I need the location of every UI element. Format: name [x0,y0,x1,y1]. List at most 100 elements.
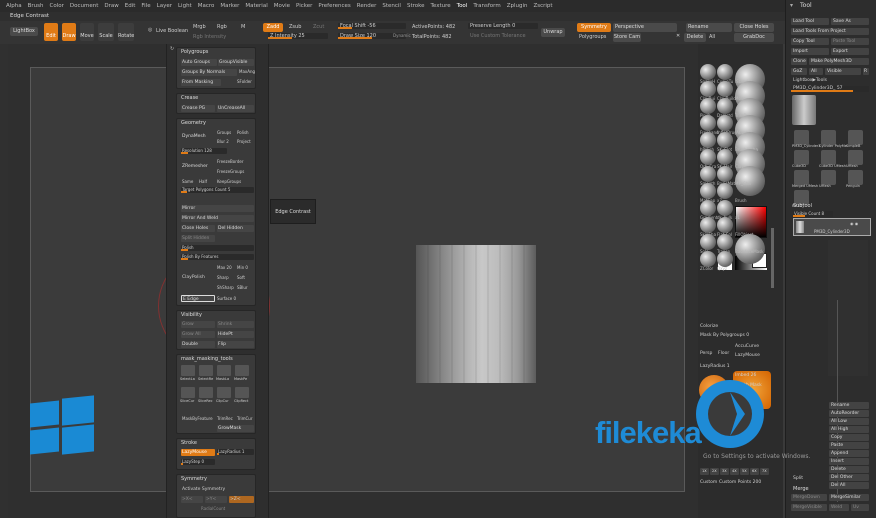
clay-polish-button[interactable]: ClayPolish [182,275,205,280]
brush-icon[interactable] [700,132,716,148]
rotate-button[interactable]: Rotate [118,23,134,41]
tool-thumbnail[interactable] [794,150,809,165]
freeze-groups-toggle[interactable]: FreezeGroups [217,169,244,174]
rgb-button[interactable]: Rgb [217,24,227,30]
brush-icon[interactable] [717,81,733,97]
load-tool-button[interactable]: Load Tool [791,18,829,25]
zadd-button[interactable]: Zadd [263,23,283,32]
lazyradius-label[interactable]: LazyRadius 1 [700,364,730,369]
auto-groups-button[interactable]: Auto Groups [181,59,217,66]
subtool-action-button[interactable]: All Low [829,418,869,425]
zremesher-button[interactable]: ZRemesher [181,163,213,171]
mask-tool-icon[interactable] [199,365,213,376]
menu-item-render[interactable]: Render [357,3,377,9]
scale-button[interactable]: Scale [98,23,114,41]
lightbox-tools-link[interactable]: Lightbox▶Tools [793,78,827,83]
save-as-button[interactable]: Save As [831,18,869,25]
mask-tool-icon[interactable] [199,387,213,398]
merge-visible-button[interactable]: MergeVisible [791,504,827,511]
subtool-action-button[interactable]: AutoReorder [829,410,869,417]
delete-button[interactable]: Delete [684,33,706,42]
symmetry-button[interactable]: Symmetry [577,23,611,32]
uncrease-all-button[interactable]: UnCreaseAll [217,105,254,112]
brush-icon[interactable] [700,64,716,80]
tool-thumbnail[interactable] [821,130,836,145]
same-button[interactable]: Same [182,179,193,184]
menu-item-transform[interactable]: Transform [473,3,500,9]
mask-tool-icon[interactable] [217,365,231,376]
groups-toggle[interactable]: Groups [217,130,231,135]
menu-item-stroke[interactable]: Stroke [407,3,425,9]
floor-button[interactable]: Floor [718,351,729,356]
mrgb-button[interactable]: Mrgb [193,24,206,30]
split-header[interactable]: Split [793,476,803,481]
group-visible-button[interactable]: GroupVisible [218,59,254,66]
tool-thumbnail[interactable] [794,130,809,145]
brush-icon[interactable] [717,200,733,216]
subtool-action-button[interactable]: Copy [829,434,869,441]
subtool-item[interactable]: PM3D_Cylinder3D ◉ ◉ [793,218,871,236]
menu-item-tool[interactable]: Tool [457,3,468,9]
subdiv-level-button[interactable]: 7X [760,468,769,475]
blur-slider[interactable]: Blur 2 [217,139,229,144]
subtool-action-button[interactable]: Del All [829,482,869,489]
menu-item-layer[interactable]: Layer [157,3,172,9]
brush-icon[interactable] [700,200,716,216]
merge-similar-button[interactable]: MergeSimilar [829,494,869,501]
brush-icon[interactable] [717,64,733,80]
polygroups-button[interactable]: Polygroups [579,34,606,40]
menu-item-stencil[interactable]: Stencil [382,3,401,9]
mask-tool-icon[interactable] [181,387,195,398]
mask-tool-icon[interactable] [235,387,249,398]
symmetry-x-button[interactable]: >X< [181,496,203,503]
brush-icon[interactable] [717,132,733,148]
refresh-icon[interactable]: ↻ [170,46,174,52]
sfolder-slider[interactable]: SFolder [237,79,252,84]
freeze-border-toggle[interactable]: FreezeBorder [217,159,243,164]
goz-visible-button[interactable]: Visible [825,68,861,75]
subtool-action-button[interactable]: All High [829,426,869,433]
brush-icon[interactable] [700,234,716,250]
goz-button[interactable]: GoZ [791,68,807,75]
symmetry-y-button[interactable]: >Y< [205,496,227,503]
persp-button[interactable]: Persp [700,351,712,356]
crease-pg-button[interactable]: Crease PG [181,105,215,112]
flip-button[interactable]: Flip [217,341,254,348]
shsharp-slider[interactable]: ShSharp [217,285,234,290]
lightbox-button[interactable]: LightBox [10,27,38,36]
export-button[interactable]: Export [831,48,869,55]
weld-button[interactable]: Weld [829,504,849,511]
draw-button[interactable]: Draw [62,23,76,41]
lazymouse-toggle[interactable]: LazyMouse [735,353,760,358]
zcut-button[interactable]: Zcut [313,24,324,30]
close-holes-button[interactable]: Close Holes [181,225,215,232]
paste-tool-button[interactable]: Paste Tool [831,38,869,45]
activate-symmetry-button[interactable]: Activate Symmetry [182,487,225,492]
store-cam-button[interactable]: Store Cam [613,33,641,42]
edit-button[interactable]: Edit [44,23,58,41]
trim-cur-button[interactable]: TrimCur [237,416,252,421]
delete-icon[interactable]: ✕ [676,33,680,39]
move-button[interactable]: Move [80,23,94,41]
zsub-button[interactable]: Zsub [289,24,301,30]
subtool-list-scroll[interactable] [828,240,868,376]
menu-item-preferences[interactable]: Preferences [318,3,350,9]
cylinder-model[interactable] [416,245,536,383]
menu-item-alpha[interactable]: Alpha [6,3,22,9]
brush-icon[interactable] [700,183,716,199]
grabdoc-button[interactable]: GrabDoc [734,33,774,42]
current-tool-thumbnail[interactable] [792,95,816,125]
merge-down-button[interactable]: MergeDown [791,494,827,501]
brush-palette-scrollbar[interactable] [771,228,774,288]
brush-icon[interactable] [717,251,733,267]
subtool-action-button[interactable]: Del Other [829,474,869,481]
accucurve-toggle[interactable]: AccuCurve [735,344,759,349]
menu-item-color[interactable]: Color [50,3,64,9]
tool-thumbnail[interactable] [821,170,836,185]
tool-thumbnail[interactable] [794,170,809,185]
brush-icon[interactable] [700,217,716,233]
trim-rec-button[interactable]: TrimRec [217,416,233,421]
sblur-slider[interactable]: SBlur [237,285,248,290]
brush-icon[interactable] [717,115,733,131]
menu-item-marker[interactable]: Marker [220,3,239,9]
